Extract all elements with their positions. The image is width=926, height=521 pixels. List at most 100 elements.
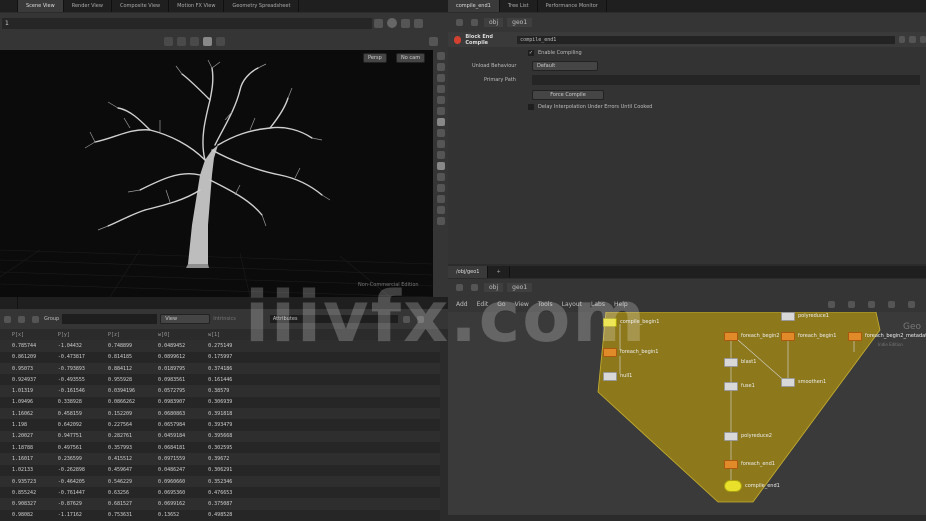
- help-icon[interactable]: [909, 36, 916, 43]
- params-body: ✓ Enable Compiling Unload Behaviour Defa…: [448, 47, 926, 264]
- info-icon[interactable]: [919, 36, 926, 43]
- render-region-icon[interactable]: [436, 217, 445, 225]
- table-row[interactable]: 1.01319 -0.161546 0.0394196 0.0572795 0.3857…: [0, 385, 440, 397]
- help-icon[interactable]: [387, 18, 397, 28]
- forward-icon[interactable]: [471, 19, 478, 26]
- template-icon[interactable]: [436, 184, 445, 192]
- table-row[interactable]: 1.16062 0.458159 0.152209 0.0680863 0.391818: [0, 408, 440, 420]
- points-icon[interactable]: [436, 96, 445, 104]
- gear-icon[interactable]: [898, 36, 906, 43]
- tab-geometry-spreadsheet[interactable]: Geometry Spreadsheet: [224, 0, 300, 12]
- select-icon[interactable]: [177, 37, 186, 46]
- column-header[interactable]: w[0]: [154, 329, 204, 340]
- watermark-text: iiivfx.com: [245, 276, 648, 358]
- tab-scene-view[interactable]: Scene View: [18, 0, 64, 12]
- visualizer-icon[interactable]: [436, 195, 445, 203]
- table-cell: 0.0699162: [154, 498, 205, 510]
- ghost-icon[interactable]: [436, 151, 445, 159]
- link-icon[interactable]: [414, 18, 423, 28]
- display-options-icon[interactable]: [436, 52, 445, 60]
- table-cell: 0.497561: [53, 441, 104, 454]
- breadcrumb-geo1[interactable]: geo1: [507, 18, 533, 27]
- primary-path-field[interactable]: [532, 75, 920, 85]
- persp-menu[interactable]: Persp: [363, 53, 387, 63]
- column-header[interactable]: P[x]: [8, 329, 54, 340]
- shaded-icon[interactable]: [436, 74, 445, 82]
- stow-icon[interactable]: [374, 18, 383, 28]
- force-compile-button[interactable]: Force Compile: [532, 90, 604, 100]
- table-row[interactable]: 1.18788 0.497561 0.357993 0.0684181 0.302595: [0, 441, 440, 454]
- table-cell: 0.236599: [53, 453, 104, 465]
- viewport-menu-icon[interactable]: [429, 37, 438, 46]
- tab-performance-monitor[interactable]: Performance Monitor: [538, 0, 607, 12]
- tab-menu-icon[interactable]: [0, 0, 18, 12]
- enable-compiling-checkbox[interactable]: ✓: [528, 50, 534, 56]
- spacer-cell: [250, 509, 440, 521]
- spreadsheet-tab-icon[interactable]: [0, 297, 18, 309]
- pin-icon[interactable]: [401, 18, 410, 28]
- row-index-cell: [0, 453, 8, 465]
- grid-icon[interactable]: [436, 118, 445, 126]
- bounding-box-icon[interactable]: [436, 173, 445, 181]
- net-grid-icon[interactable]: [847, 300, 855, 308]
- table-row[interactable]: 1.02133 -0.262898 0.459647 0.0486247 0.30629…: [0, 464, 440, 476]
- table-cell: -1.17162: [53, 509, 104, 521]
- table-cell: 1.20027: [8, 430, 54, 442]
- table-cell: 0.0394196: [103, 385, 155, 397]
- transform-icon[interactable]: [190, 37, 199, 46]
- breadcrumb-obj[interactable]: obj: [484, 18, 504, 27]
- table-row[interactable]: 0.935723 -0.464205 0.546229 0.0960660 0.3523…: [0, 475, 440, 488]
- net-color-icon[interactable]: [907, 300, 915, 308]
- edition-sub-label: Indie Edition: [878, 342, 903, 347]
- table-cell: 0.227564: [103, 419, 155, 431]
- delay-checkbox[interactable]: [528, 104, 534, 110]
- camera-icon[interactable]: [436, 129, 445, 137]
- table-cell: 0.0983907: [154, 396, 205, 409]
- 3d-viewport[interactable]: Persp No cam Non-Commercial Edition: [0, 50, 433, 297]
- table-row[interactable]: 0.98082 -1.17162 0.753631 0.13652 0.498528: [0, 509, 440, 521]
- tab-composite-view[interactable]: Composite View: [112, 0, 170, 12]
- table-row[interactable]: 1.20027 0.947751 0.282761 0.0459184 0.395668: [0, 430, 440, 442]
- table-cell: 0.0983561: [154, 374, 205, 386]
- table-row[interactable]: 1.198 0.642092 0.227564 0.0657984 0.393479: [0, 419, 440, 431]
- flipbook-icon[interactable]: [436, 206, 445, 214]
- tab-tree-list[interactable]: Tree List: [500, 0, 538, 12]
- display-icon[interactable]: [203, 37, 212, 46]
- vertex-mode-icon[interactable]: [32, 315, 39, 323]
- isolate-icon[interactable]: [436, 162, 445, 170]
- net-tool-icon[interactable]: [827, 300, 835, 308]
- view-menu[interactable]: View: [160, 314, 211, 324]
- tab-render-view[interactable]: Render View: [64, 0, 112, 12]
- column-header[interactable]: w[1]: [204, 329, 250, 340]
- back-icon[interactable]: [456, 19, 463, 26]
- wireframe-icon[interactable]: [436, 63, 445, 71]
- camera-menu[interactable]: No cam: [396, 53, 426, 63]
- tab-motion-fx-view[interactable]: Motion FX View: [169, 0, 225, 12]
- snap-icon[interactable]: [164, 37, 173, 46]
- table-row[interactable]: 1.16017 0.236599 0.415512 0.0971559 0.39672: [0, 453, 440, 465]
- spacer-cell: [250, 487, 440, 499]
- intrinsics-label[interactable]: Intrinsics: [213, 316, 236, 322]
- normals-icon[interactable]: [436, 107, 445, 115]
- background-icon[interactable]: [436, 140, 445, 148]
- column-header[interactable]: P[z]: [104, 329, 154, 340]
- table-row[interactable]: 1.09496 0.338928 0.0866262 0.0983907 0.30693…: [0, 396, 440, 409]
- prims-mode-icon[interactable]: [18, 315, 25, 323]
- unload-behaviour-menu[interactable]: Default: [532, 61, 598, 71]
- net-layout-icon[interactable]: [887, 300, 895, 308]
- column-header[interactable]: P[y]: [54, 329, 104, 340]
- table-row[interactable]: 0.908327 -0.87629 0.681527 0.0699162 0.37508…: [0, 498, 440, 510]
- lighting-icon[interactable]: [436, 85, 445, 93]
- path-field[interactable]: 1: [2, 17, 372, 29]
- group-field[interactable]: [62, 314, 158, 324]
- spacer-cell: [250, 430, 440, 442]
- tab-parameters[interactable]: compile_end1: [448, 0, 500, 12]
- table-row[interactable]: 0.855242 -0.761447 0.63256 0.0695360 0.47665…: [0, 487, 440, 499]
- points-mode-icon[interactable]: [4, 315, 11, 323]
- row-index-cell: [0, 351, 8, 363]
- lock-icon[interactable]: [216, 37, 225, 46]
- net-snap-icon[interactable]: [867, 300, 875, 308]
- table-row[interactable]: 0.95073 -0.793893 0.884112 0.0189795 0.37418…: [0, 362, 440, 375]
- table-row[interactable]: 0.924937 -0.493555 0.955928 0.0983561 0.1614…: [0, 374, 440, 386]
- node-name-field[interactable]: compile_end1: [517, 35, 895, 44]
